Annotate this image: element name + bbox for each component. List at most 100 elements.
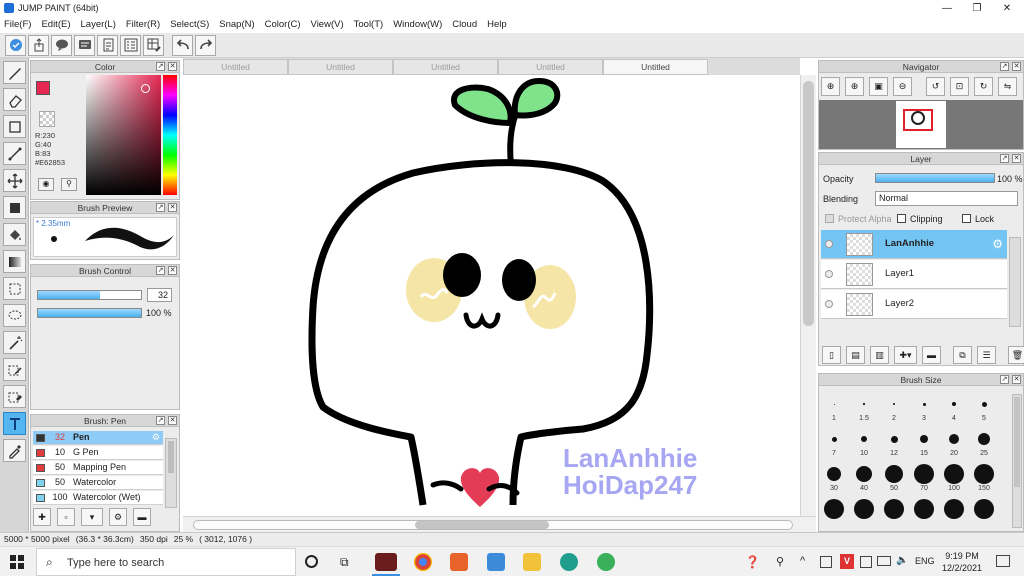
brush-menu-icon[interactable]: ▾ [81, 508, 103, 526]
chrome-icon[interactable] [414, 553, 432, 571]
brush-size-cell[interactable]: 40 [849, 462, 879, 492]
grid-edit-icon[interactable] [143, 34, 164, 56]
brush-size-cell[interactable]: 150 [969, 462, 999, 492]
menu-color[interactable]: Color(C) [265, 19, 301, 30]
panel-close-icon[interactable]: ✕ [168, 266, 177, 275]
transparent-color-icon[interactable] [39, 111, 55, 127]
tray-app-icon[interactable] [820, 556, 832, 568]
menu-window[interactable]: Window(W) [393, 19, 442, 30]
cloud-check-icon[interactable] [5, 34, 26, 56]
cortana-icon[interactable] [305, 555, 318, 568]
menu-snap[interactable]: Snap(N) [219, 19, 254, 30]
close-button[interactable]: ✕ [992, 0, 1022, 16]
tab-document-1[interactable]: Untitled [183, 59, 288, 75]
menu-file[interactable]: File(F) [4, 19, 31, 30]
mail-icon[interactable] [487, 553, 505, 571]
brush-size-scrollbar[interactable] [1012, 394, 1022, 528]
saturation-value-picker[interactable] [86, 75, 161, 195]
horizontal-scroll-thumb[interactable] [415, 521, 549, 529]
canvas-vertical-scrollbar[interactable] [800, 75, 816, 516]
volume-icon[interactable]: 🔈 [896, 555, 908, 566]
layer-row-0[interactable]: LanAnhhie ⚙ [821, 230, 1007, 259]
layer-row-1[interactable]: Layer1 [821, 260, 1007, 289]
maximize-button[interactable]: ❐ [962, 0, 992, 16]
brush-size-slider[interactable] [37, 290, 142, 300]
share-icon[interactable] [28, 34, 49, 56]
brush-item-1[interactable]: 10 G Pen [33, 446, 163, 460]
show-hidden-icons[interactable]: ^ [800, 555, 805, 567]
brush-size-cell[interactable]: 3 [909, 392, 939, 422]
tab-document-3[interactable]: Untitled [393, 59, 498, 75]
message-icon[interactable] [74, 34, 95, 56]
app-icon-green[interactable] [597, 553, 615, 571]
clock[interactable]: 9:19 PM 12/2/2021 [937, 550, 987, 574]
gradient-tool-icon[interactable] [3, 250, 26, 273]
detach-icon[interactable]: ↗ [156, 203, 165, 212]
brush-size-cell[interactable]: 1.5 [849, 392, 879, 422]
primary-color-swatch[interactable] [36, 81, 50, 95]
tab-document-4[interactable]: Untitled [498, 59, 603, 75]
zoom-out-icon[interactable]: ⊖ [893, 77, 912, 96]
detach-icon[interactable]: ↗ [156, 62, 165, 71]
detach-icon[interactable]: ↗ [156, 266, 165, 275]
brush-size-cell[interactable] [939, 497, 969, 527]
navigator-view[interactable] [819, 100, 1023, 149]
windows-start-icon[interactable] [10, 555, 24, 571]
layer-visibility-icon[interactable] [825, 300, 833, 308]
brush-size-cell[interactable]: 12 [879, 427, 909, 457]
brush-size-input[interactable]: 32 [147, 288, 172, 302]
brush-size-cell[interactable]: 50 [879, 462, 909, 492]
vertical-scroll-thumb[interactable] [803, 81, 814, 326]
fit-rotate-icon[interactable]: ⊡ [950, 77, 969, 96]
rotate-right-icon[interactable]: ↻ [974, 77, 993, 96]
brush-size-cell[interactable]: 7 [819, 427, 849, 457]
new-raster-layer-icon[interactable]: ▤ [846, 346, 865, 364]
brush-opacity-slider[interactable] [37, 308, 142, 318]
brush-size-cell[interactable]: 5 [969, 392, 999, 422]
tab-document-2[interactable]: Untitled [288, 59, 393, 75]
brush-size-cell[interactable]: 2 [879, 392, 909, 422]
layer-visibility-icon[interactable] [825, 270, 833, 278]
brush-size-cell[interactable]: 30 [819, 462, 849, 492]
detach-icon[interactable]: ↗ [1000, 62, 1009, 71]
new-layer-icon[interactable]: ▯ [822, 346, 841, 364]
flip-icon[interactable]: ⇋ [998, 77, 1017, 96]
fill-rect-tool-icon[interactable] [3, 196, 26, 219]
menu-tool[interactable]: Tool(T) [354, 19, 384, 30]
brush-folder-icon[interactable]: ▬ [133, 508, 151, 526]
magic-wand-icon[interactable] [3, 331, 26, 354]
menu-cloud[interactable]: Cloud [452, 19, 477, 30]
move-tool-icon[interactable] [3, 169, 26, 192]
brush-size-cell[interactable]: 25 [969, 427, 999, 457]
app-icon-orange[interactable] [450, 553, 468, 571]
brush-size-cell[interactable] [819, 497, 849, 527]
detach-icon[interactable]: ↗ [156, 416, 165, 425]
palette-icon[interactable]: ◉ [38, 178, 54, 191]
brush-size-cell[interactable]: 15 [909, 427, 939, 457]
minimize-button[interactable]: — [932, 0, 962, 16]
protect-alpha-checkbox[interactable] [825, 214, 834, 223]
bucket-tool-icon[interactable] [3, 223, 26, 246]
panel-close-icon[interactable]: ✕ [168, 203, 177, 212]
edge-icon[interactable] [560, 553, 578, 571]
brush-item-0[interactable]: 32 Pen ⚙ [33, 431, 163, 445]
add-brush-icon[interactable]: ✚ [33, 508, 51, 526]
eyedropper-icon[interactable]: ⚲ [61, 178, 77, 191]
fit-screen-icon[interactable]: ▣ [869, 77, 888, 96]
panel-close-icon[interactable]: ✕ [1012, 375, 1021, 384]
eyedropper-tool-icon[interactable] [3, 439, 26, 462]
lock-checkbox[interactable] [962, 214, 971, 223]
tray-app-icon-2[interactable] [860, 556, 872, 568]
undo-icon[interactable] [172, 34, 193, 56]
brush-size-cell[interactable]: 20 [939, 427, 969, 457]
people-icon[interactable]: ⚲ [776, 555, 784, 568]
brush-size-cell[interactable] [849, 497, 879, 527]
layer-opacity-slider[interactable] [875, 173, 995, 183]
brush-size-cell[interactable]: 70 [909, 462, 939, 492]
color-picker-handle[interactable] [141, 84, 150, 93]
menu-layer[interactable]: Layer(L) [81, 19, 116, 30]
taskbar-search-box[interactable]: ⌕ Type here to search [36, 548, 296, 576]
clipping-checkbox[interactable] [897, 214, 906, 223]
detach-icon[interactable]: ↗ [1000, 154, 1009, 163]
gear-icon[interactable]: ⚙ [152, 431, 160, 444]
